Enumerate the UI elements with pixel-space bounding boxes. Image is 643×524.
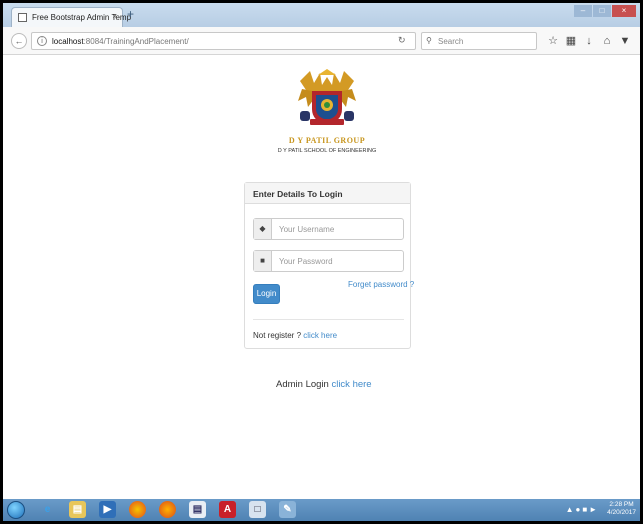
- password-group: ■: [253, 250, 404, 272]
- clock-date: 4/20/2017: [607, 509, 636, 516]
- maximize-button[interactable]: □: [593, 5, 611, 17]
- paint-icon[interactable]: ✎: [279, 501, 296, 518]
- info-icon[interactable]: i: [37, 36, 47, 46]
- minimize-button[interactable]: –: [574, 5, 592, 17]
- system-tray: ▲●■► 2:28 PM 4/20/2017: [566, 501, 636, 517]
- file-explorer-icon[interactable]: ▤: [69, 501, 86, 518]
- close-window-button[interactable]: ×: [612, 5, 636, 17]
- search-box[interactable]: ⚲ Search: [421, 32, 537, 50]
- media-player-icon[interactable]: ▶: [99, 501, 116, 518]
- tab-close-icon[interactable]: ×: [112, 12, 117, 21]
- url-path: :8084/TrainingAndPlacement/: [83, 37, 189, 46]
- acrobat-icon[interactable]: A: [219, 501, 236, 518]
- forgot-password-link[interactable]: Forget password ?: [348, 280, 414, 289]
- register-line: Not register ? click here: [253, 331, 337, 340]
- clock[interactable]: 2:28 PM 4/20/2017: [607, 501, 636, 517]
- tray-icons[interactable]: ▲●■►: [566, 505, 600, 514]
- college-name: D Y PATIL SCHOOL OF ENGINEERING: [277, 148, 377, 154]
- new-tab-button[interactable]: +: [127, 7, 134, 21]
- admin-login-link[interactable]: click here: [331, 379, 371, 390]
- divider: [253, 319, 404, 320]
- login-panel: Enter Details To Login ◆ ■ Login Forget …: [244, 182, 414, 349]
- virtualbox-icon[interactable]: □: [249, 501, 266, 518]
- address-bar[interactable]: i localhost:8084/TrainingAndPlacement/: [31, 32, 416, 50]
- notepad-icon[interactable]: ▤: [189, 501, 206, 518]
- search-placeholder: Search: [438, 37, 464, 46]
- reload-icon[interactable]: ↻: [398, 35, 406, 46]
- url-host: localhost: [52, 37, 84, 46]
- menu-icon[interactable]: ≡: [635, 34, 641, 48]
- tab-bar: Free Bootstrap Admin Temp × + – □ ×: [3, 3, 640, 27]
- password-input[interactable]: [273, 251, 403, 271]
- pocket-icon[interactable]: ▼: [617, 34, 633, 48]
- clock-time: 2:28 PM: [609, 501, 634, 508]
- username-input[interactable]: [273, 219, 403, 239]
- firefox-icon[interactable]: [159, 501, 176, 518]
- brand-name: D Y PATIL GROUP: [288, 136, 366, 145]
- browser-window: Free Bootstrap Admin Temp × + – □ × ← i …: [3, 3, 640, 521]
- panel-heading: Enter Details To Login: [245, 183, 410, 204]
- back-arrow-icon[interactable]: ←: [11, 33, 27, 49]
- taskbar: e ▤ ▶ ▤ A □ ✎ ▲●■► 2:28 PM 4/20/2017: [3, 499, 640, 521]
- lock-icon: ■: [254, 251, 272, 271]
- start-button[interactable]: [7, 501, 25, 519]
- username-group: ◆: [253, 218, 404, 240]
- page-icon: [18, 13, 27, 22]
- taskbar-apps: e ▤ ▶ ▤ A □ ✎: [39, 501, 309, 518]
- navigation-bar: ← i localhost:8084/TrainingAndPlacement/…: [3, 27, 640, 55]
- college-logo: [298, 69, 356, 125]
- home-icon[interactable]: ⌂: [599, 34, 615, 48]
- toolbar-icons: ☆ ▦ ↓ ⌂ ▼ ≡: [545, 34, 640, 48]
- login-button[interactable]: Login: [253, 284, 280, 304]
- register-link[interactable]: click here: [303, 331, 337, 340]
- register-prefix: Not register ?: [253, 331, 302, 340]
- bookmark-star-icon[interactable]: ☆: [545, 34, 561, 48]
- reading-list-icon[interactable]: ▦: [563, 34, 579, 48]
- admin-login-line: Admin Login click here: [276, 379, 372, 390]
- chrome-icon[interactable]: [129, 501, 146, 518]
- window-controls: – □ ×: [573, 5, 636, 17]
- internet-explorer-icon[interactable]: e: [39, 501, 56, 518]
- browser-tab[interactable]: Free Bootstrap Admin Temp ×: [11, 7, 131, 27]
- search-icon: ⚲: [426, 36, 432, 45]
- tag-icon: ◆: [254, 219, 272, 239]
- page-content: D Y PATIL GROUP D Y PATIL SCHOOL OF ENGI…: [3, 56, 640, 499]
- admin-login-label: Admin Login: [276, 379, 329, 390]
- download-icon[interactable]: ↓: [581, 34, 597, 48]
